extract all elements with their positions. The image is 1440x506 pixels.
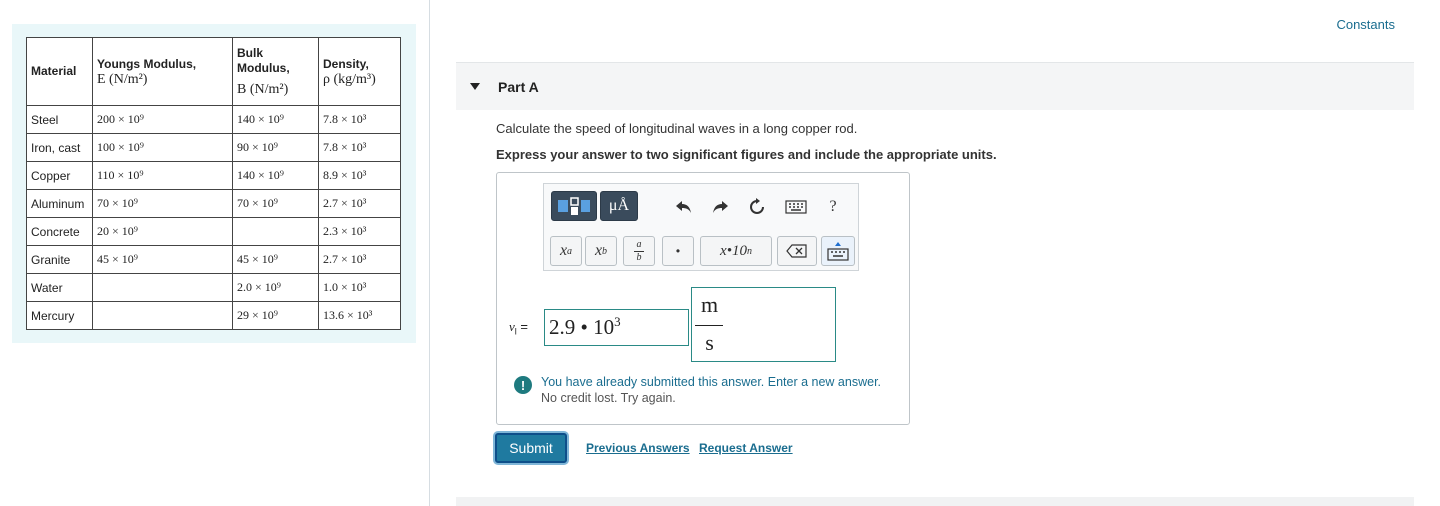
instruction-text: Express your answer to two significant f… <box>496 147 997 162</box>
templates-button[interactable] <box>551 191 597 221</box>
cell-youngs-modulus <box>92 273 233 302</box>
alert-icon: ! <box>514 376 532 394</box>
feedback-message: You have already submitted this answer. … <box>541 375 882 389</box>
scientific-notation-button[interactable]: x•10 n <box>700 236 772 266</box>
answer-area: μÅ ? xa xb a b • x•10 n vl = 2.9 • 103 m… <box>496 172 910 425</box>
math-toolbar: μÅ ? xa xb a b • x•10 n <box>543 183 859 271</box>
question-text: Calculate the speed of longitudinal wave… <box>496 121 858 136</box>
table-row: Iron, cast 100 × 10⁹ 90 × 10⁹ 7.8 × 10³ <box>26 133 401 162</box>
unit-denominator: s <box>705 330 714 355</box>
header-material: Material <box>26 37 93 106</box>
table-row: Concrete 20 × 10⁹ 2.3 × 10³ <box>26 217 401 246</box>
answer-value-field[interactable]: 2.9 • 103 <box>544 309 689 346</box>
cell-youngs-modulus: 200 × 10⁹ <box>92 105 233 134</box>
bottom-rule <box>456 497 1414 506</box>
cell-density: 13.6 × 10³ <box>318 301 401 330</box>
cell-density: 2.7 × 10³ <box>318 189 401 218</box>
constants-link[interactable]: Constants <box>1336 17 1395 32</box>
table-row: Mercury 29 × 10⁹ 13.6 × 10³ <box>26 301 401 330</box>
backspace-icon <box>786 244 807 258</box>
undo-icon <box>676 201 691 213</box>
help-button[interactable]: ? <box>823 196 843 218</box>
variable-label: vl = <box>509 319 528 337</box>
undo-button[interactable] <box>672 197 696 217</box>
cell-density: 7.8 × 10³ <box>318 133 401 162</box>
cell-youngs-modulus: 110 × 10⁹ <box>92 161 233 190</box>
cell-youngs-modulus <box>92 301 233 330</box>
templates-icon <box>558 197 590 215</box>
unit-numerator: m <box>700 292 719 317</box>
header-youngs-modulus: Youngs Modulus, E (N/m²) <box>92 37 233 106</box>
keyboard-toggle-icon <box>827 242 849 261</box>
multiply-dot-button[interactable]: • <box>662 236 694 266</box>
cell-density: 8.9 × 10³ <box>318 161 401 190</box>
header-bulk-modulus: Bulk Modulus, B (N/m²) <box>232 37 319 106</box>
header-density: Density, ρ (kg/m³) <box>318 37 401 106</box>
unit-fraction-bar <box>695 325 723 326</box>
cell-bulk-modulus: 2.0 × 10⁹ <box>232 273 319 302</box>
cell-bulk-modulus: 45 × 10⁹ <box>232 245 319 274</box>
table-row: Copper 110 × 10⁹ 140 × 10⁹ 8.9 × 10³ <box>26 161 401 190</box>
cell-bulk-modulus: 140 × 10⁹ <box>232 105 319 134</box>
table-header-row: Material Youngs Modulus, E (N/m²) Bulk M… <box>26 37 401 106</box>
subscript-button[interactable]: xb <box>585 236 617 266</box>
cell-material: Steel <box>26 105 93 134</box>
cell-bulk-modulus: 29 × 10⁹ <box>232 301 319 330</box>
table-row: Aluminum 70 × 10⁹ 70 × 10⁹ 2.7 × 10³ <box>26 189 401 218</box>
cell-material: Iron, cast <box>26 133 93 162</box>
cell-material: Water <box>26 273 93 302</box>
material-properties-panel: Material Youngs Modulus, E (N/m²) Bulk M… <box>12 24 416 343</box>
submit-button[interactable]: Submit <box>495 433 567 463</box>
collapse-caret-icon[interactable] <box>470 83 480 90</box>
cell-youngs-modulus: 100 × 10⁹ <box>92 133 233 162</box>
cell-density: 7.8 × 10³ <box>318 105 401 134</box>
keyboard-toggle-button[interactable] <box>821 236 855 266</box>
panel-divider <box>429 0 430 506</box>
cell-density: 1.0 × 10³ <box>318 273 401 302</box>
redo-icon <box>713 201 728 213</box>
cell-youngs-modulus: 45 × 10⁹ <box>92 245 233 274</box>
table-row: Steel 200 × 10⁹ 140 × 10⁹ 7.8 × 10³ <box>26 105 401 134</box>
cell-bulk-modulus: 90 × 10⁹ <box>232 133 319 162</box>
cell-material: Granite <box>26 245 93 274</box>
cell-density: 2.3 × 10³ <box>318 217 401 246</box>
cell-material: Mercury <box>26 301 93 330</box>
part-a-header[interactable]: Part A <box>456 63 1414 110</box>
cell-youngs-modulus: 20 × 10⁹ <box>92 217 233 246</box>
cell-material: Concrete <box>26 217 93 246</box>
cell-density: 2.7 × 10³ <box>318 245 401 274</box>
answer-units-field[interactable]: m s <box>691 287 836 362</box>
cell-bulk-modulus: 70 × 10⁹ <box>232 189 319 218</box>
delete-button[interactable] <box>777 236 817 266</box>
reset-icon <box>750 198 764 214</box>
request-answer-link[interactable]: Request Answer <box>699 441 793 455</box>
units-button[interactable]: μÅ <box>600 191 638 221</box>
feedback-submessage: No credit lost. Try again. <box>541 391 676 405</box>
keyboard-shortcuts-button[interactable] <box>783 198 809 216</box>
cell-youngs-modulus: 70 × 10⁹ <box>92 189 233 218</box>
cell-bulk-modulus: 140 × 10⁹ <box>232 161 319 190</box>
cell-material: Copper <box>26 161 93 190</box>
part-title: Part A <box>498 79 539 95</box>
keyboard-icon <box>785 200 807 214</box>
redo-button[interactable] <box>708 197 732 217</box>
superscript-button[interactable]: xa <box>550 236 582 266</box>
cell-material: Aluminum <box>26 189 93 218</box>
table-row: Granite 45 × 10⁹ 45 × 10⁹ 2.7 × 10³ <box>26 245 401 274</box>
reset-button[interactable] <box>745 196 769 218</box>
previous-answers-link[interactable]: Previous Answers <box>586 441 690 455</box>
material-properties-table: Material Youngs Modulus, E (N/m²) Bulk M… <box>26 37 401 330</box>
fraction-button[interactable]: a b <box>623 236 655 266</box>
cell-bulk-modulus <box>232 217 319 246</box>
table-row: Water 2.0 × 10⁹ 1.0 × 10³ <box>26 273 401 302</box>
